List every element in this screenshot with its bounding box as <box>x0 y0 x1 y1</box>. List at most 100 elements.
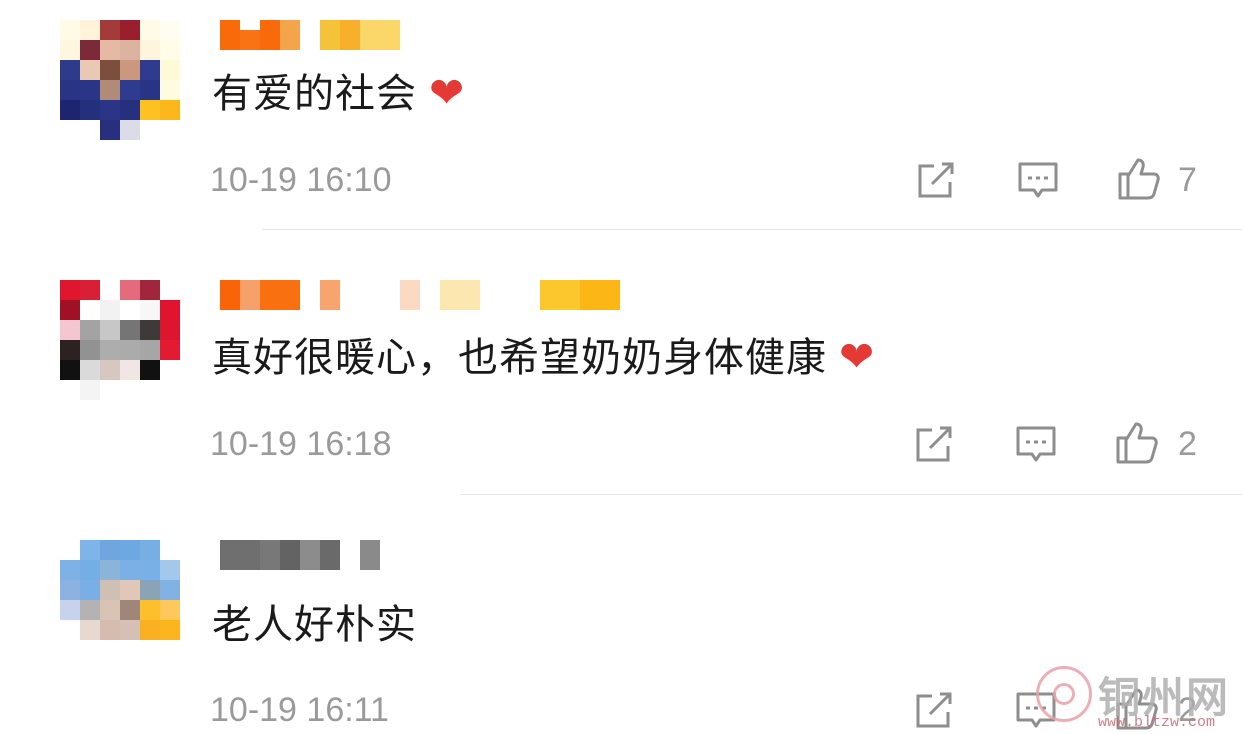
avatar-pixel <box>100 600 120 620</box>
username-pixel <box>260 540 280 570</box>
avatar-pixel <box>80 20 100 40</box>
avatar-pixel <box>60 560 80 580</box>
avatar-pixel <box>60 640 80 660</box>
avatar-pixel <box>60 580 80 600</box>
comment-icon <box>1016 426 1056 462</box>
avatar-pixel <box>160 60 180 80</box>
avatar-pixel <box>60 540 80 560</box>
avatar-pixel <box>80 280 100 300</box>
username-pixel <box>220 540 260 570</box>
avatar-pixel <box>60 60 80 80</box>
avatar-pixel <box>120 120 140 140</box>
avatar-pixel <box>80 40 100 60</box>
username-pixel <box>360 20 400 50</box>
comment-text: 真好很暖心，也希望奶奶身体健康 ❤ <box>212 332 875 383</box>
avatar-pixel <box>140 60 160 80</box>
avatar-pixel <box>100 380 120 400</box>
comment-body: 有爱的社会 <box>212 71 417 117</box>
avatar-pixel <box>160 100 180 120</box>
like-button[interactable] <box>1112 418 1160 466</box>
username-pixel <box>240 280 260 310</box>
like-button[interactable] <box>1114 154 1162 202</box>
avatar-pixel <box>160 320 180 340</box>
username-pixel <box>260 280 300 310</box>
avatar-pixel <box>160 580 180 600</box>
share-button[interactable] <box>912 156 960 204</box>
avatar-pixel <box>80 620 100 640</box>
share-button[interactable] <box>910 420 958 468</box>
avatar-pixel <box>140 360 160 380</box>
divider <box>460 494 1242 495</box>
reply-button[interactable] <box>1012 420 1060 468</box>
username-pixel <box>280 540 300 570</box>
share-icon <box>916 426 952 462</box>
avatar-pixel <box>100 340 120 360</box>
username-pixel <box>220 20 240 50</box>
thumbs-up-icon <box>1116 422 1158 464</box>
avatar-pixel <box>60 380 80 400</box>
avatar-pixel <box>100 580 120 600</box>
reply-button[interactable] <box>1014 156 1062 204</box>
share-button[interactable] <box>910 686 958 734</box>
avatar-pixel <box>80 580 100 600</box>
avatar-pixel <box>80 360 100 380</box>
avatar-pixel <box>60 100 80 120</box>
avatar-pixel <box>140 280 160 300</box>
comment-icon <box>1018 162 1058 198</box>
comment-item: 真好很暖心，也希望奶奶身体健康 ❤ 10-19 16:18 2 <box>0 260 1242 500</box>
avatar-pixel <box>100 360 120 380</box>
username-pixel <box>340 20 360 50</box>
avatar-pixel <box>120 20 140 40</box>
username-pixel <box>300 540 320 570</box>
avatar-pixel <box>60 120 80 140</box>
avatar-pixel <box>120 360 140 380</box>
avatar-pixel <box>120 620 140 640</box>
avatar-pixel <box>100 120 120 140</box>
username-pixel <box>260 20 280 50</box>
avatar-pixel <box>160 360 180 380</box>
avatar-pixel <box>100 300 120 320</box>
comment-text: 有爱的社会 ❤ <box>212 68 465 119</box>
avatar-pixel <box>80 120 100 140</box>
share-icon <box>918 162 954 198</box>
avatar[interactable] <box>60 20 180 140</box>
avatar-pixel <box>120 300 140 320</box>
avatar-pixel <box>100 280 120 300</box>
avatar-pixel <box>160 600 180 620</box>
avatar-pixel <box>140 320 160 340</box>
avatar[interactable] <box>60 540 180 660</box>
avatar-pixel <box>140 80 160 100</box>
avatar-pixel <box>100 640 120 660</box>
avatar-pixel <box>120 40 140 60</box>
avatar-pixel <box>140 580 160 600</box>
like-count: 7 <box>1178 161 1197 199</box>
avatar-pixel <box>120 380 140 400</box>
avatar-pixel <box>160 640 180 660</box>
comment-timestamp: 10-19 16:11 <box>210 691 389 729</box>
avatar-pixel <box>160 620 180 640</box>
avatar-pixel <box>100 620 120 640</box>
comment-body: 真好很暖心，也希望奶奶身体健康 <box>212 335 827 381</box>
avatar-pixel <box>140 20 160 40</box>
avatar[interactable] <box>60 280 180 400</box>
avatar-pixel <box>60 40 80 60</box>
avatar-pixel <box>160 280 180 300</box>
username-pixel <box>320 20 340 50</box>
avatar-pixel <box>160 560 180 580</box>
avatar-pixel <box>80 340 100 360</box>
avatar-pixel <box>100 20 120 40</box>
avatar-pixel <box>80 540 100 560</box>
username-pixel <box>360 540 380 570</box>
avatar-pixel <box>140 120 160 140</box>
avatar-pixel <box>60 280 80 300</box>
username-pixel <box>580 280 620 310</box>
username-pixel <box>400 280 420 310</box>
avatar-pixel <box>80 380 100 400</box>
avatar-pixel <box>120 560 140 580</box>
comment-timestamp: 10-19 16:10 <box>210 161 392 199</box>
username-pixel <box>320 280 340 310</box>
avatar-pixel <box>120 60 140 80</box>
comment-body: 老人好朴实 <box>212 602 417 648</box>
avatar-pixel <box>140 640 160 660</box>
avatar-pixel <box>140 540 160 560</box>
